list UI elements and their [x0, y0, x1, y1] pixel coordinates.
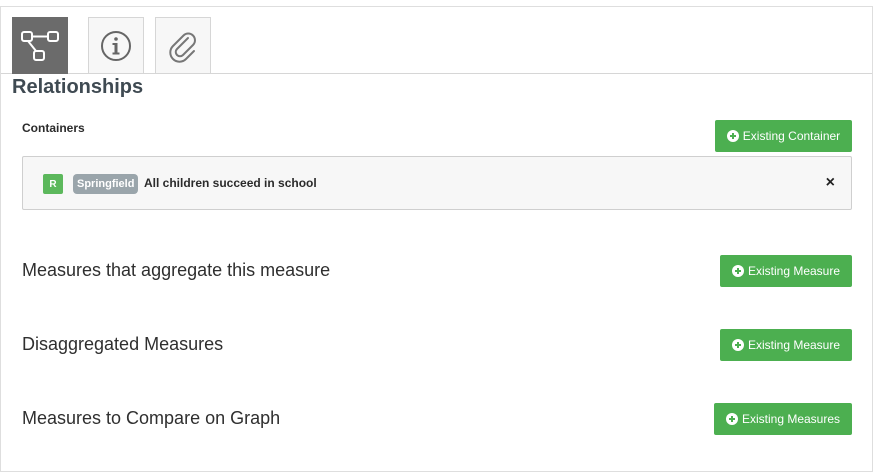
- paperclip-icon: [166, 29, 200, 63]
- organization-pill: Springfield: [73, 174, 139, 194]
- container-type-badge: R: [43, 174, 63, 194]
- plus-circle-icon: [726, 130, 739, 142]
- container-name[interactable]: All children succeed in school: [144, 176, 317, 190]
- containers-label: Containers: [22, 121, 85, 135]
- page-title: Relationships: [12, 76, 144, 98]
- tab-info[interactable]: [88, 17, 144, 73]
- add-existing-disaggregated-measure-button[interactable]: Existing Measure: [720, 329, 852, 361]
- remove-container-icon[interactable]: ×: [826, 173, 835, 193]
- add-existing-aggregating-measure-button[interactable]: Existing Measure: [720, 255, 852, 287]
- plus-circle-icon: [731, 265, 744, 277]
- add-existing-container-label: Existing Container: [742, 129, 841, 143]
- add-existing-container-button[interactable]: Existing Container: [715, 120, 852, 152]
- add-existing-measures-label: Existing Measures: [741, 412, 841, 426]
- add-existing-measure-label: Existing Measure: [747, 264, 841, 278]
- compare-measures-label: Measures to Compare on Graph: [22, 408, 281, 428]
- relationships-icon: [18, 28, 62, 64]
- tab-attachments[interactable]: [155, 17, 211, 73]
- tab-relationships[interactable]: [12, 17, 68, 74]
- info-icon: [99, 29, 133, 63]
- plus-circle-icon: [725, 413, 738, 425]
- container-item: R Springfield All children succeed in sc…: [22, 156, 852, 210]
- disaggregated-measures-label: Disaggregated Measures: [22, 334, 224, 354]
- add-existing-compare-measures-button[interactable]: Existing Measures: [714, 403, 852, 435]
- aggregating-measures-label: Measures that aggregate this measure: [22, 260, 331, 280]
- plus-circle-icon: [731, 339, 744, 351]
- tab-bar: [1, 7, 872, 74]
- add-existing-measure-label: Existing Measure: [747, 338, 841, 352]
